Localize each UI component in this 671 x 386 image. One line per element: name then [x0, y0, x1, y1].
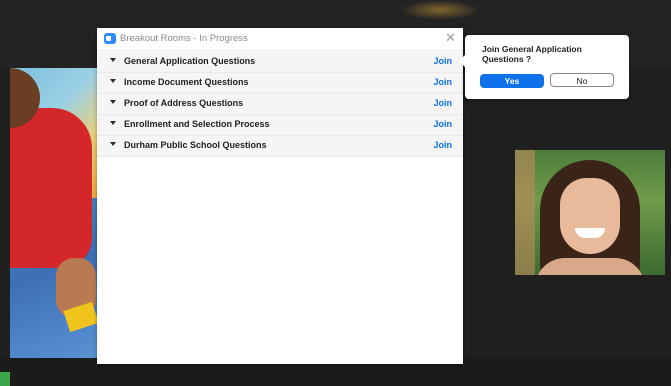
- window-title: Breakout Rooms - In Progress: [120, 33, 248, 44]
- room-name: Proof of Address Questions: [124, 98, 244, 108]
- caret-down-icon[interactable]: [110, 142, 116, 146]
- close-icon[interactable]: ✕: [445, 31, 456, 45]
- caret-down-icon[interactable]: [110, 121, 116, 125]
- glow-decoration: [400, 0, 480, 20]
- room-row-general-application[interactable]: General Application Questions Join: [97, 52, 463, 73]
- join-button[interactable]: Join: [433, 56, 452, 66]
- participant-shoulders: [535, 258, 645, 275]
- join-button[interactable]: Join: [433, 140, 452, 150]
- window-titlebar[interactable]: Breakout Rooms - In Progress ✕: [97, 28, 463, 51]
- join-button[interactable]: Join: [433, 77, 452, 87]
- participant-video-right: [515, 150, 665, 275]
- no-button[interactable]: No: [550, 73, 614, 87]
- room-list: General Application Questions Join Incom…: [97, 51, 463, 157]
- room-name: Enrollment and Selection Process: [124, 119, 270, 129]
- zoom-app-icon: [104, 33, 116, 44]
- caret-down-icon[interactable]: [110, 100, 116, 104]
- join-button[interactable]: Join: [433, 119, 452, 129]
- participant-video-left: [10, 68, 98, 358]
- room-row-enrollment-selection[interactable]: Enrollment and Selection Process Join: [97, 115, 463, 136]
- bottom-accent: [0, 372, 10, 386]
- room-name: Income Document Questions: [124, 77, 249, 87]
- room-name: Durham Public School Questions: [124, 140, 267, 150]
- room-row-proof-of-address[interactable]: Proof of Address Questions Join: [97, 94, 463, 115]
- popover-arrow: [459, 55, 465, 67]
- background-tree: [515, 150, 535, 275]
- child-shirt: [10, 108, 92, 268]
- room-row-durham-public-school[interactable]: Durham Public School Questions Join: [97, 136, 463, 157]
- join-question-text: Join General Application Questions ?: [482, 44, 582, 64]
- yes-button[interactable]: Yes: [480, 74, 544, 88]
- caret-down-icon[interactable]: [110, 79, 116, 83]
- participant-face: [560, 178, 620, 254]
- caret-down-icon[interactable]: [110, 58, 116, 62]
- room-row-income-document[interactable]: Income Document Questions Join: [97, 73, 463, 94]
- breakout-rooms-window: Breakout Rooms - In Progress ✕ General A…: [97, 28, 463, 364]
- room-name: General Application Questions: [124, 56, 256, 66]
- join-button[interactable]: Join: [433, 98, 452, 108]
- join-confirmation-popover: Join General Application Questions ? Yes…: [459, 35, 629, 99]
